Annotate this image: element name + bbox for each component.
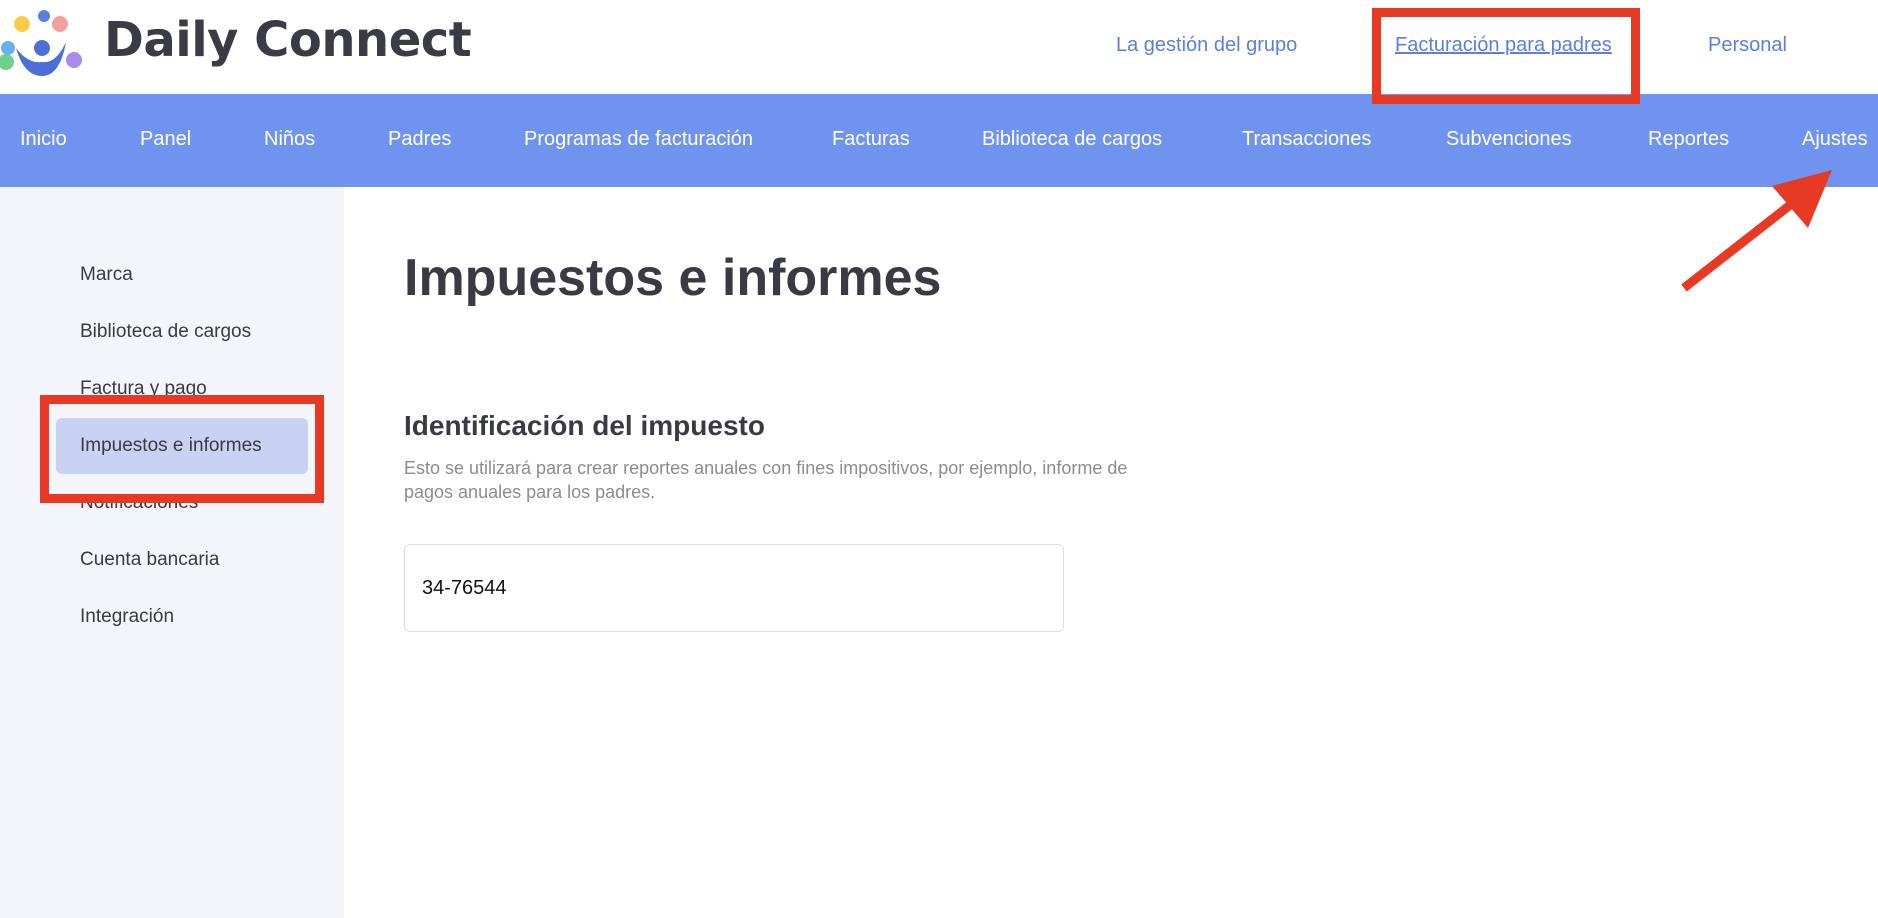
nav-item-biblioteca-cargos[interactable]: Biblioteca de cargos xyxy=(982,128,1162,151)
nav-item-subvenciones[interactable]: Subvenciones xyxy=(1446,128,1572,151)
annotation-box-sidebar-tax xyxy=(40,395,324,503)
nav-item-padres[interactable]: Padres xyxy=(388,128,451,151)
top-link-staff[interactable]: Personal xyxy=(1708,34,1787,57)
nav-item-transacciones[interactable]: Transacciones xyxy=(1242,128,1371,151)
page-title: Impuestos e informes xyxy=(404,249,942,307)
nav-item-panel[interactable]: Panel xyxy=(140,128,191,151)
nav-item-reportes[interactable]: Reportes xyxy=(1648,128,1729,151)
tax-id-description: Esto se utilizará para crear reportes an… xyxy=(404,458,1128,502)
nav-item-facturas[interactable]: Facturas xyxy=(832,128,910,151)
sidebar-item-marca[interactable]: Marca xyxy=(80,264,133,286)
arrow-up-right-icon xyxy=(1681,170,1832,292)
top-link-group-management[interactable]: La gestión del grupo xyxy=(1116,34,1297,57)
sidebar-item-biblioteca-cargos[interactable]: Biblioteca de cargos xyxy=(80,321,251,343)
sidebar-item-integracion[interactable]: Integración xyxy=(80,606,174,628)
nav-item-ajustes[interactable]: Ajustes xyxy=(1802,128,1868,151)
nav-item-programas-facturacion[interactable]: Programas de facturación xyxy=(524,128,753,151)
sidebar-item-cuenta-bancaria[interactable]: Cuenta bancaria xyxy=(80,549,219,571)
people-logo-icon[interactable] xyxy=(0,10,86,80)
nav-item-inicio[interactable]: Inicio xyxy=(20,128,67,151)
tax-id-section-title: Identificación del impuesto xyxy=(404,410,765,441)
annotation-box-parent-billing xyxy=(1372,8,1640,104)
tax-id-input[interactable] xyxy=(404,544,1064,632)
main-nav: Inicio Panel Niños Padres Programas de f… xyxy=(0,94,1878,187)
nav-item-ninos[interactable]: Niños xyxy=(264,128,315,151)
brand-name: Daily Connect xyxy=(104,12,472,68)
